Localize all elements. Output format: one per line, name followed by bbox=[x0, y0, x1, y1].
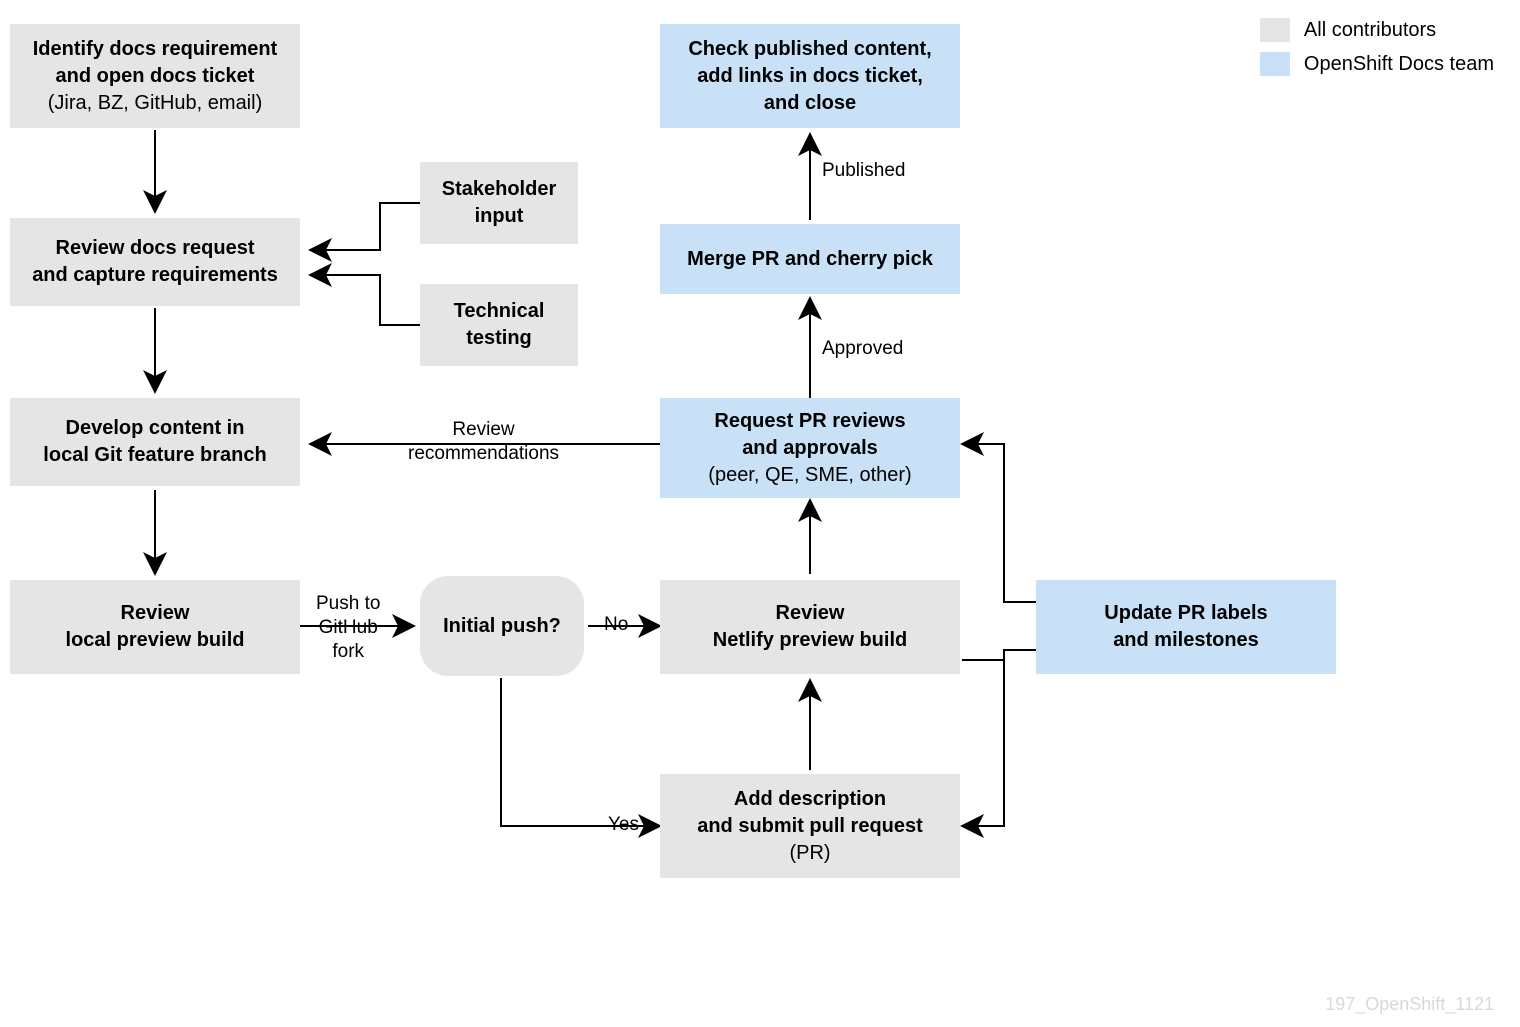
legend-label: OpenShift Docs team bbox=[1304, 53, 1494, 76]
edge-label-line: Review bbox=[408, 418, 559, 442]
node-merge-pr: Merge PR and cherry pick bbox=[660, 224, 960, 294]
node-subtext: (peer, QE, SME, other) bbox=[708, 462, 911, 489]
node-text: Stakeholder bbox=[442, 176, 556, 203]
node-subtext: (Jira, BZ, GitHub, email) bbox=[48, 90, 262, 117]
flowchart-canvas: Identify docs requirement and open docs … bbox=[0, 0, 1520, 1027]
node-text: and approvals bbox=[742, 435, 878, 462]
node-develop-content: Develop content in local Git feature bra… bbox=[10, 398, 300, 486]
node-text: local preview build bbox=[66, 627, 245, 654]
node-text: Merge PR and cherry pick bbox=[687, 246, 933, 273]
node-review-request: Review docs request and capture requirem… bbox=[10, 218, 300, 306]
node-text: Netlify preview build bbox=[713, 627, 907, 654]
node-text: Review docs request bbox=[56, 235, 255, 262]
node-stakeholder-input: Stakeholder input bbox=[420, 162, 578, 244]
node-text: and capture requirements bbox=[32, 262, 278, 289]
edge-label-recommendations: Review recommendations bbox=[408, 418, 559, 466]
edge-label-published: Published bbox=[822, 160, 905, 182]
node-update-labels: Update PR labels and milestones bbox=[1036, 580, 1336, 674]
edge-label-push: Push to GitHub fork bbox=[316, 592, 380, 663]
node-text: Update PR labels bbox=[1104, 600, 1267, 627]
node-text: Check published content, bbox=[688, 36, 931, 63]
node-check-published: Check published content, add links in do… bbox=[660, 24, 960, 128]
watermark: 197_OpenShift_1121 bbox=[1325, 994, 1494, 1015]
node-text: Review bbox=[121, 600, 190, 627]
node-text: and open docs ticket bbox=[56, 63, 255, 90]
node-text: Initial push? bbox=[443, 613, 561, 640]
legend-item-docs: OpenShift Docs team bbox=[1260, 52, 1494, 76]
node-text: add links in docs ticket, bbox=[697, 63, 923, 90]
legend: All contributors OpenShift Docs team bbox=[1260, 18, 1494, 86]
node-text: Add description bbox=[734, 786, 886, 813]
edge-label-line: fork bbox=[316, 640, 380, 664]
node-netlify-preview: Review Netlify preview build bbox=[660, 580, 960, 674]
edge-label-line: GitHub bbox=[316, 616, 380, 640]
node-text: and close bbox=[764, 90, 856, 117]
node-text: and milestones bbox=[1113, 627, 1259, 654]
node-text: input bbox=[475, 203, 524, 230]
edge-label-line: recommendations bbox=[408, 442, 559, 466]
legend-item-all: All contributors bbox=[1260, 18, 1494, 42]
node-add-pr: Add description and submit pull request … bbox=[660, 774, 960, 878]
node-subtext: (PR) bbox=[789, 840, 830, 867]
legend-label: All contributors bbox=[1304, 19, 1436, 42]
edge-label-approved: Approved bbox=[822, 338, 903, 360]
node-local-preview: Review local preview build bbox=[10, 580, 300, 674]
legend-swatch-gray bbox=[1260, 18, 1290, 42]
node-decision-initial-push: Initial push? bbox=[420, 576, 584, 676]
node-text: and submit pull request bbox=[697, 813, 923, 840]
node-technical-testing: Technical testing bbox=[420, 284, 578, 366]
node-text: Request PR reviews bbox=[714, 408, 905, 435]
node-identify: Identify docs requirement and open docs … bbox=[10, 24, 300, 128]
node-text: Review bbox=[776, 600, 845, 627]
node-text: Develop content in bbox=[66, 415, 245, 442]
node-text: Identify docs requirement bbox=[33, 36, 278, 63]
node-text: Technical bbox=[454, 298, 545, 325]
legend-swatch-blue bbox=[1260, 52, 1290, 76]
node-text: testing bbox=[466, 325, 532, 352]
edge-label-line: Push to bbox=[316, 592, 380, 616]
node-text: local Git feature branch bbox=[43, 442, 266, 469]
node-request-reviews: Request PR reviews and approvals (peer, … bbox=[660, 398, 960, 498]
edge-label-yes: Yes bbox=[608, 814, 639, 836]
edge-label-no: No bbox=[604, 614, 628, 636]
